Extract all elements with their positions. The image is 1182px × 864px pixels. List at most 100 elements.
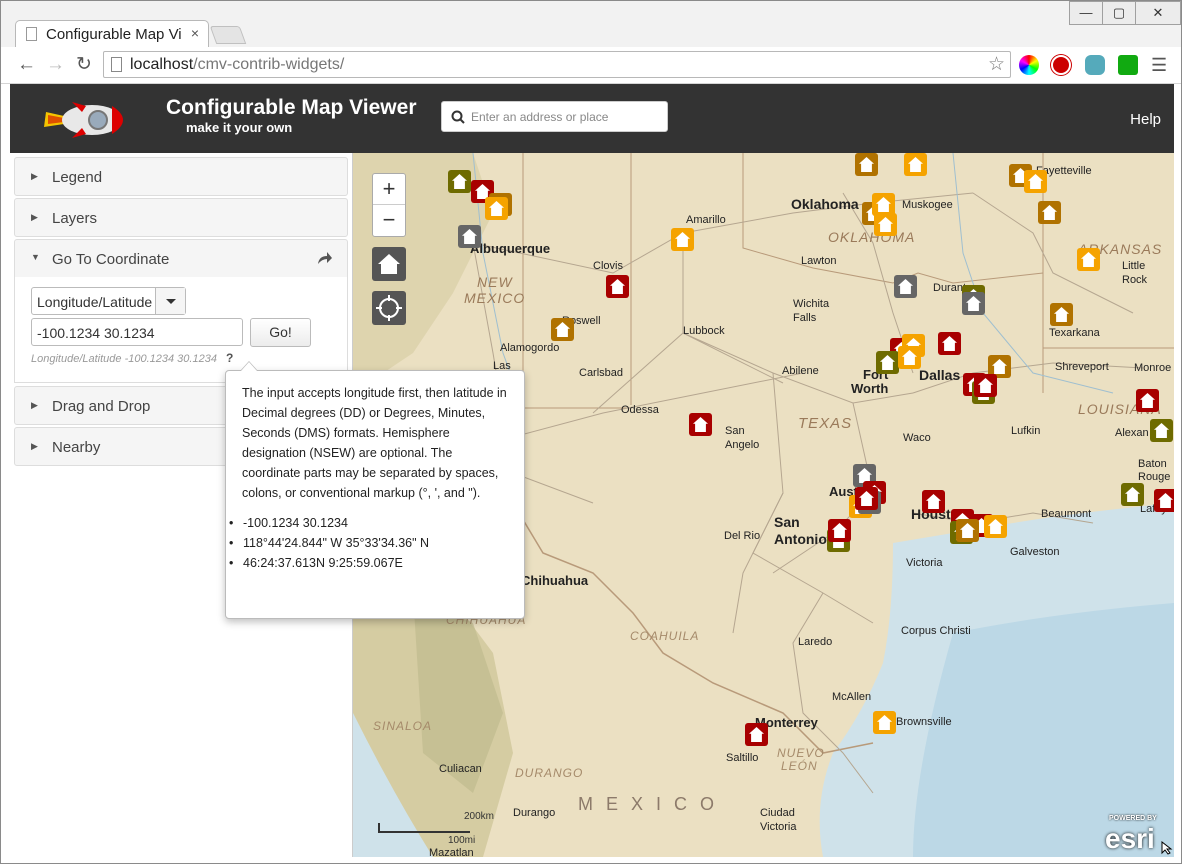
zoom-out-button[interactable]: − xyxy=(373,205,405,236)
region-label: OKLAHOMA xyxy=(828,229,916,245)
city-label: Falls xyxy=(793,312,817,324)
city-label: Del Rio xyxy=(724,530,761,542)
app-header: Configurable Map Viewer make it your own… xyxy=(10,84,1174,153)
minimize-button[interactable]: — xyxy=(1069,1,1103,25)
city-label: Lawton xyxy=(801,255,837,267)
house-marker-icon[interactable] xyxy=(606,275,629,298)
city-label: Alexan xyxy=(1115,427,1149,439)
city-label: Antonio xyxy=(774,531,827,547)
go-to-coordinate-body: Longitude/Latitude -100.1234 30.1234 Go!… xyxy=(14,277,348,383)
green-extension-icon[interactable] xyxy=(1118,55,1138,75)
caret-down-icon: ▼ xyxy=(31,252,40,262)
coordinate-help-popover: The input accepts longitude first, then … xyxy=(225,361,525,619)
house-marker-icon[interactable] xyxy=(1154,489,1174,512)
maximize-button[interactable]: ▢ xyxy=(1102,1,1136,25)
house-marker-icon[interactable] xyxy=(458,225,481,248)
house-marker-icon[interactable] xyxy=(1038,201,1061,224)
house-marker-icon[interactable] xyxy=(894,275,917,298)
house-marker-icon[interactable] xyxy=(974,374,997,397)
adblock-extension-icon[interactable] xyxy=(1051,55,1071,75)
zoom-in-button[interactable]: + xyxy=(373,174,405,205)
caret-right-icon: ▶ xyxy=(31,171,38,181)
house-marker-icon[interactable] xyxy=(855,487,878,510)
house-marker-icon[interactable] xyxy=(938,332,961,355)
city-label: Rock xyxy=(1122,274,1148,286)
house-marker-icon[interactable] xyxy=(828,519,851,542)
close-tab-icon[interactable]: × xyxy=(191,25,199,41)
color-picker-extension-icon[interactable] xyxy=(1019,55,1039,75)
house-marker-icon[interactable] xyxy=(962,292,985,315)
city-label: Worth xyxy=(851,381,889,396)
go-button[interactable]: Go! xyxy=(250,318,311,347)
city-label: Dallas xyxy=(919,367,961,383)
chevron-down-icon[interactable] xyxy=(155,288,185,314)
browser-window: Configurable Map Vi × — ▢ ✕ ← → ↻ localh… xyxy=(0,0,1182,864)
city-label: Texarkana xyxy=(1049,327,1100,339)
region-label: MEXICO xyxy=(464,290,526,306)
caret-right-icon: ▶ xyxy=(31,441,38,451)
house-marker-icon[interactable] xyxy=(873,711,896,734)
house-marker-icon[interactable] xyxy=(1024,170,1047,193)
city-label: Corpus Christi xyxy=(901,625,971,637)
coordinate-format-select[interactable]: Longitude/Latitude xyxy=(31,287,186,315)
help-link[interactable]: Help xyxy=(1130,111,1161,128)
house-marker-icon[interactable] xyxy=(898,346,921,369)
panel-legend[interactable]: ▶ Legend xyxy=(14,157,348,196)
house-marker-icon[interactable] xyxy=(984,515,1007,538)
coordinate-input[interactable]: -100.1234 30.1234 xyxy=(31,318,243,346)
city-label: Carlsbad xyxy=(579,367,624,379)
house-marker-icon[interactable] xyxy=(956,519,979,542)
close-window-button[interactable]: ✕ xyxy=(1135,1,1181,25)
region-label: LEÓN xyxy=(781,759,818,773)
region-label: COAHUILA xyxy=(630,629,700,643)
region-label: M E X I C O xyxy=(578,794,719,814)
panel-layers[interactable]: ▶ Layers xyxy=(14,198,348,237)
house-marker-icon[interactable] xyxy=(745,723,768,746)
city-label: Beaumont xyxy=(1041,508,1092,520)
house-marker-icon[interactable] xyxy=(1136,389,1159,412)
house-marker-icon[interactable] xyxy=(1121,483,1144,506)
ghostery-extension-icon[interactable] xyxy=(1085,55,1105,75)
city-label: Abilene xyxy=(782,365,819,377)
house-marker-icon[interactable] xyxy=(876,351,899,374)
city-label: San xyxy=(725,425,745,437)
house-marker-icon[interactable] xyxy=(1077,248,1100,271)
caret-right-icon: ▶ xyxy=(31,212,38,222)
city-label: Monroe xyxy=(1134,362,1172,374)
panel-go-to-coordinate[interactable]: ▼ Go To Coordinate xyxy=(14,239,348,278)
city-label: Victoria xyxy=(760,821,797,833)
esri-logo[interactable]: esri xyxy=(1105,823,1155,855)
address-bar[interactable]: localhost/cmv-contrib-widgets/ ☆ xyxy=(103,51,1011,78)
city-label: Amarillo xyxy=(686,214,726,226)
browser-tab[interactable]: Configurable Map Vi × xyxy=(15,20,209,47)
address-search-input[interactable]: Enter an address or place xyxy=(441,101,668,132)
city-label: Durango xyxy=(513,807,556,819)
house-marker-icon[interactable] xyxy=(485,197,508,220)
new-tab-button[interactable] xyxy=(209,26,247,44)
panel-label: Go To Coordinate xyxy=(52,251,170,268)
house-marker-icon[interactable] xyxy=(1050,303,1073,326)
house-marker-icon[interactable] xyxy=(689,413,712,436)
bookmark-star-icon[interactable]: ☆ xyxy=(988,53,1005,76)
house-marker-icon[interactable] xyxy=(551,318,574,341)
city-label: Rouge xyxy=(1138,471,1171,483)
forward-icon[interactable]: → xyxy=(46,55,65,75)
house-marker-icon[interactable] xyxy=(855,153,878,176)
house-marker-icon[interactable] xyxy=(904,153,927,176)
scale-mi-label: 100mi xyxy=(448,835,476,846)
house-marker-icon[interactable] xyxy=(1150,419,1173,442)
help-question-icon[interactable]: ? xyxy=(226,351,233,365)
house-marker-icon[interactable] xyxy=(874,213,897,236)
share-arrow-icon[interactable] xyxy=(317,251,333,265)
reload-icon[interactable]: ↻ xyxy=(76,55,92,75)
browser-titlebar: Configurable Map Vi × — ▢ ✕ xyxy=(1,1,1181,47)
house-marker-icon[interactable] xyxy=(448,170,471,193)
menu-icon[interactable]: ☰ xyxy=(1151,55,1167,76)
house-marker-icon[interactable] xyxy=(922,490,945,513)
house-marker-icon[interactable] xyxy=(671,228,694,251)
city-label: Shreveport xyxy=(1055,361,1109,373)
back-icon[interactable]: ← xyxy=(17,55,36,75)
city-label: Albuquerque xyxy=(470,241,551,256)
home-button[interactable] xyxy=(372,247,406,281)
locate-button[interactable] xyxy=(372,291,406,325)
